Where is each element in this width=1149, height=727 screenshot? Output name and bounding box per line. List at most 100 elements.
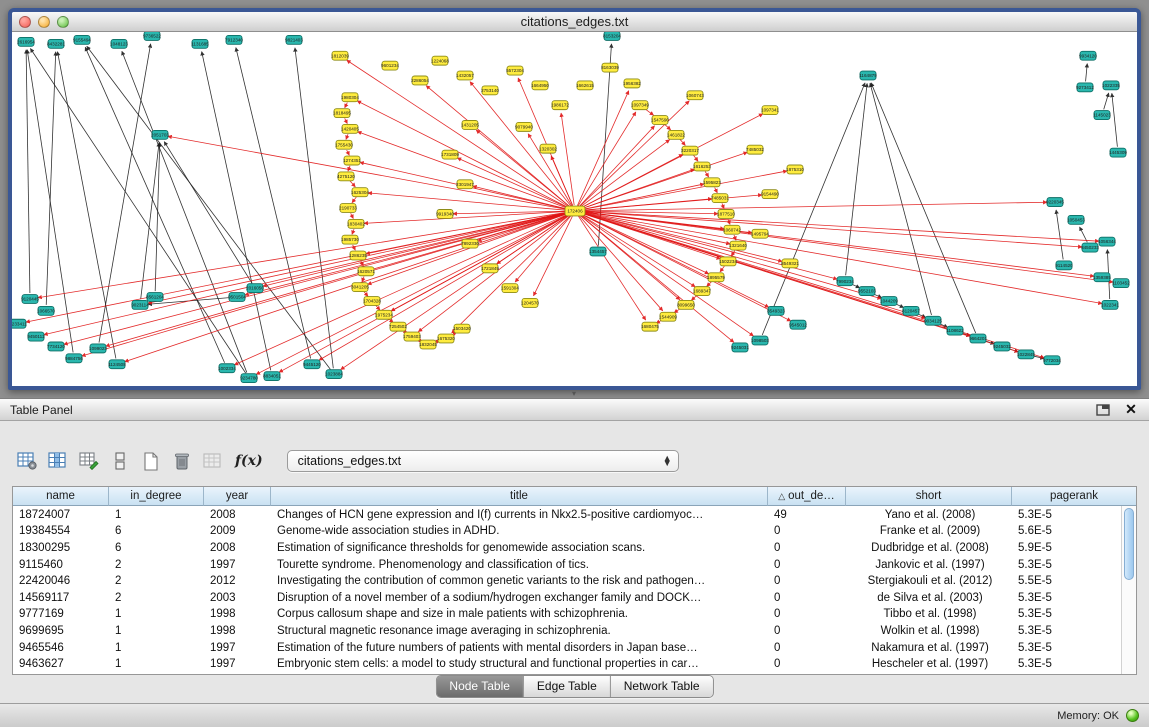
graph-node[interactable]: 1755430 [335, 140, 353, 149]
graph-edge[interactable] [581, 212, 1113, 282]
graph-node[interactable]: 1818495 [333, 109, 351, 118]
graph-node[interactable]: 1274351 [343, 156, 361, 165]
network-table-dropdown[interactable]: citations_edges.txt ▲▼ [287, 450, 679, 472]
graph-edge[interactable] [234, 213, 569, 364]
tab-network-table[interactable]: Network Table [611, 676, 713, 697]
graph-edge[interactable] [64, 212, 569, 344]
table-row[interactable]: 1938455462009Genome-wide association stu… [13, 523, 1121, 540]
graph-node[interactable]: 9552103 [858, 287, 876, 296]
graph-node[interactable]: 7990234 [836, 277, 854, 286]
graph-node[interactable]: 1320302 [539, 144, 557, 153]
graph-node[interactable]: 1097341 [761, 106, 779, 115]
table-row[interactable]: 1872400712008Changes of HCN gene express… [13, 506, 1121, 523]
graph-node[interactable]: 1875310 [786, 165, 804, 174]
graph-node[interactable]: 9501504 [228, 293, 246, 302]
graph-node[interactable]: 1689347 [693, 287, 711, 296]
graph-node[interactable]: 1625304 [351, 188, 369, 197]
tab-node-table[interactable]: Node Table [436, 676, 524, 697]
graph-node[interactable]: 7734120 [47, 342, 65, 351]
graph-edge[interactable] [1104, 93, 1109, 109]
graph-edge[interactable] [664, 124, 670, 130]
graph-node[interactable]: 1830402 [347, 219, 365, 228]
graph-node[interactable]: 1022341 [1101, 300, 1119, 309]
graph-edge[interactable] [581, 211, 1082, 247]
graph-node[interactable]: 9664201 [969, 334, 987, 343]
graph-node[interactable]: 9114520 [1055, 261, 1073, 270]
graph-edge[interactable] [164, 142, 252, 283]
column-header-in-degree[interactable]: in_degree [109, 487, 204, 506]
graph-node[interactable]: 2190733 [339, 204, 357, 213]
graph-node[interactable]: 1022845 [1017, 350, 1035, 359]
graph-node[interactable]: 1721849 [481, 264, 499, 273]
graph-node[interactable]: 1103452 [1112, 279, 1130, 288]
graph-node[interactable]: 8450233 [1081, 243, 1099, 252]
graph-edge[interactable] [26, 50, 30, 293]
graph-node[interactable]: 1832045 [419, 340, 437, 349]
graph-edge[interactable] [245, 212, 569, 295]
graph-edge[interactable] [580, 140, 670, 208]
graph-edge[interactable] [87, 46, 331, 369]
graph-node[interactable]: 1675320 [437, 334, 455, 343]
graph-node[interactable]: 1495794 [751, 229, 769, 238]
graph-node[interactable]: 8120457 [902, 306, 920, 315]
graph-node[interactable]: 1359385 [1093, 273, 1111, 282]
graph-node[interactable]: 1680475 [641, 322, 659, 331]
graph-node[interactable]: 9154490 [761, 190, 779, 199]
graph-edge[interactable] [1112, 93, 1118, 146]
graph-node[interactable]: 8099650 [677, 300, 695, 309]
graph-node[interactable]: 8549323 [767, 306, 785, 315]
graph-node[interactable]: 1164879 [859, 71, 877, 80]
table-mode-icon[interactable] [16, 451, 38, 471]
graph-node[interactable]: 2286054 [411, 76, 429, 85]
graph-node[interactable]: 9821403 [285, 35, 303, 44]
graph-node[interactable]: 1066570 [37, 306, 55, 315]
graph-node[interactable]: 9245031 [731, 343, 749, 352]
minimize-window-button[interactable] [38, 16, 50, 28]
graph-edge[interactable] [368, 193, 569, 211]
graph-node[interactable]: 9772034 [1043, 356, 1061, 365]
graph-edge[interactable] [345, 118, 348, 123]
graph-node[interactable]: 1595823 [703, 178, 721, 187]
column-header-short[interactable]: short [846, 487, 1012, 506]
close-panel-icon[interactable]: ✕ [1123, 403, 1139, 417]
graph-node[interactable]: 9155494 [73, 35, 91, 44]
graph-node[interactable]: 9079940 [515, 122, 533, 131]
graph-node[interactable]: 1048123 [110, 39, 128, 48]
graph-node[interactable]: 1591304 [501, 284, 519, 293]
table-row[interactable]: 1830029562008Estimation of significance … [13, 539, 1121, 556]
graph-node[interactable]: 1286235 [349, 251, 367, 260]
graph-edge[interactable] [364, 292, 368, 297]
table-row[interactable]: 2242004622012Investigating the contribut… [13, 572, 1121, 589]
graph-edge[interactable] [579, 126, 654, 207]
graph-node[interactable]: 9545012 [789, 320, 807, 329]
graph-node[interactable]: 1461822 [667, 130, 685, 139]
close-window-button[interactable] [19, 16, 31, 28]
graph-node[interactable]: 3041205 [351, 283, 369, 292]
graph-node[interactable]: 1986172 [551, 101, 569, 110]
graph-edge[interactable] [346, 134, 348, 139]
graph-node[interactable]: 1731809 [441, 150, 459, 159]
graph-node[interactable]: 1098503 [751, 336, 769, 345]
graph-edge[interactable] [581, 202, 1047, 211]
graph-edge[interactable] [368, 213, 570, 284]
graph-node[interactable]: 1662615 [576, 81, 594, 90]
graph-node[interactable]: 8153204 [603, 32, 621, 40]
graph-node[interactable]: 1204570 [521, 298, 539, 307]
graph-edge[interactable] [720, 266, 724, 272]
graph-edge[interactable] [1056, 210, 1063, 260]
graph-node[interactable]: 8163039 [601, 63, 619, 72]
row-height-icon[interactable] [109, 451, 131, 471]
graph-node[interactable]: 1097349 [631, 101, 649, 110]
table-scrollbar[interactable] [1121, 506, 1136, 674]
graph-node[interactable]: 9034125 [924, 316, 942, 325]
graph-edge[interactable] [353, 245, 356, 250]
graph-edge[interactable] [1086, 64, 1088, 82]
graph-edge[interactable] [155, 143, 160, 291]
graph-node[interactable]: 1980304 [341, 93, 359, 102]
graph-node[interactable]: 1056344 [1098, 237, 1116, 246]
graph-edge[interactable] [30, 49, 245, 374]
graph-node[interactable]: 1445309 [1109, 148, 1127, 157]
graph-node[interactable]: 9273412 [1076, 83, 1094, 92]
graph-node[interactable]: 1704328 [363, 297, 381, 306]
graph-edge[interactable] [347, 150, 350, 155]
